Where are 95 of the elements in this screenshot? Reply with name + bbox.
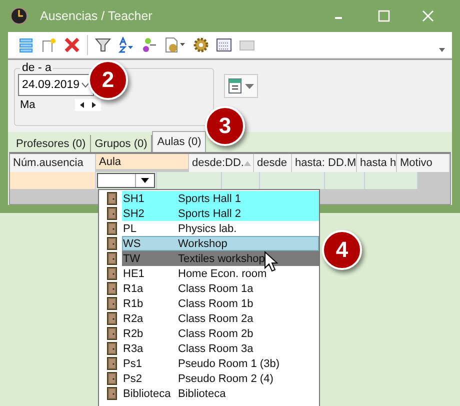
room-list-item[interactable]: R1a Class Room 1a: [99, 281, 319, 296]
sort-arrow-icon: [244, 161, 251, 166]
group-legend: de - a: [20, 62, 54, 74]
calendar-icon[interactable]: [216, 37, 232, 53]
room-code: HE1: [122, 268, 146, 280]
mouse-cursor-icon: [264, 251, 278, 272]
new-item-icon[interactable]: [41, 37, 57, 53]
column-header[interactable]: desde:DD.: [189, 154, 254, 172]
column-header[interactable]: desde: [254, 154, 292, 172]
door-icon: [107, 312, 117, 325]
room-code: R2b: [122, 328, 144, 340]
column-header[interactable]: hasta h: [357, 154, 397, 172]
table-cell[interactable]: [365, 172, 418, 189]
room-code: WS: [122, 238, 142, 250]
door-icon: [107, 237, 117, 250]
room-code: Ps2: [122, 372, 143, 384]
door-icon: [107, 357, 117, 370]
table-cell[interactable]: [325, 172, 365, 189]
date-field[interactable]: 24.09.2019: [18, 74, 94, 96]
room-name: Home Econ. room: [178, 268, 267, 280]
room-name: Class Room 2b: [178, 328, 254, 340]
step-badge: 4: [322, 230, 362, 270]
room-code: SH1: [122, 192, 146, 204]
room-name: Physics lab.: [178, 222, 237, 234]
door-icon: [107, 267, 117, 280]
door-icon: [107, 387, 117, 400]
room-list-item[interactable]: R3a Class Room 3a: [99, 341, 319, 356]
room-name: Biblioteca: [178, 388, 226, 400]
left-arrow-icon[interactable]: [80, 102, 84, 108]
door-icon: [107, 342, 117, 355]
right-arrow-icon[interactable]: [92, 102, 96, 108]
room-code: R1b: [122, 298, 144, 310]
door-icon: [107, 207, 117, 220]
delete-icon[interactable]: [64, 37, 80, 53]
calendar-dropdown-button[interactable]: [224, 74, 258, 98]
room-name: Sports Hall 1: [178, 192, 241, 204]
calendar-icon: [228, 78, 242, 94]
room-name: Class Room 3a: [178, 342, 254, 354]
column-header[interactable]: hasta: DD.M: [292, 154, 357, 172]
door-icon: [107, 192, 117, 205]
room-name: Class Room 2a: [178, 312, 254, 324]
document-settings-icon[interactable]: [164, 37, 186, 53]
chevron-icon: [81, 82, 90, 88]
room-name: Textiles workshop: [178, 252, 265, 264]
door-icon: [107, 222, 117, 235]
room-list-item[interactable]: HE1 Home Econ. room: [99, 266, 319, 281]
door-icon: [107, 372, 117, 385]
table-cell[interactable]: [260, 172, 325, 189]
table-cell[interactable]: [222, 172, 260, 189]
table-cell[interactable]: [10, 172, 96, 189]
tab[interactable]: Aulas (0): [152, 131, 206, 152]
room-name: Class Room 1a: [178, 282, 254, 294]
room-code: R3a: [122, 342, 144, 354]
weekday-label: Ma: [20, 99, 36, 111]
room-code: SH2: [122, 208, 146, 220]
room-name: Sports Hall 2: [178, 208, 241, 220]
room-code: Ps1: [122, 358, 143, 370]
clock-icon: [10, 7, 28, 25]
room-code: Biblioteca: [122, 388, 172, 400]
filter-icon[interactable]: [95, 37, 111, 53]
door-icon: [107, 252, 117, 265]
room-list-item[interactable]: R2a Class Room 2a: [99, 311, 319, 326]
door-icon: [107, 327, 117, 340]
column-header[interactable]: Núm.ausencia: [10, 154, 96, 172]
connection-icon[interactable]: [141, 37, 157, 53]
date-stepper[interactable]: [75, 99, 102, 111]
caret-icon: [141, 178, 149, 183]
room-code: R1a: [122, 282, 144, 294]
sort-icon[interactable]: [118, 37, 134, 53]
room-code: R2a: [122, 312, 144, 324]
room-code: TW: [122, 252, 142, 264]
room-code: PL: [122, 222, 138, 234]
room-list-item[interactable]: Biblioteca Biblioteca: [99, 386, 319, 401]
room-name: Class Room 1b: [178, 298, 254, 310]
door-icon: [107, 297, 117, 310]
room-name: Pseudo Room 1 (3b): [178, 358, 280, 370]
column-header[interactable]: Aula: [96, 154, 189, 169]
list-icon[interactable]: [18, 37, 34, 53]
maximize-icon[interactable]: [378, 10, 390, 22]
caret-icon: [245, 84, 254, 88]
room-name: Workshop: [178, 238, 228, 250]
room-list-item[interactable]: R1b Class Room 1b: [99, 296, 319, 311]
door-icon: [107, 282, 117, 295]
table-cell[interactable]: [157, 172, 222, 189]
room-list-item[interactable]: Ps2 Pseudo Room 2 (4): [99, 371, 319, 386]
room-list-item[interactable]: Ps1 Pseudo Room 1 (3b): [99, 356, 319, 371]
room-list-item[interactable]: PL Physics lab.: [99, 221, 319, 236]
overflow-caret-icon[interactable]: [438, 47, 446, 53]
column-header[interactable]: Motivo: [397, 154, 450, 172]
room-list-item[interactable]: R2b Class Room 2b: [99, 326, 319, 341]
gear-icon[interactable]: [193, 37, 209, 53]
close-icon[interactable]: [422, 10, 434, 22]
room-combo-field[interactable]: [97, 173, 155, 188]
window-title: Ausencias / Teacher: [40, 9, 152, 23]
room-name: Pseudo Room 2 (4): [178, 372, 274, 384]
